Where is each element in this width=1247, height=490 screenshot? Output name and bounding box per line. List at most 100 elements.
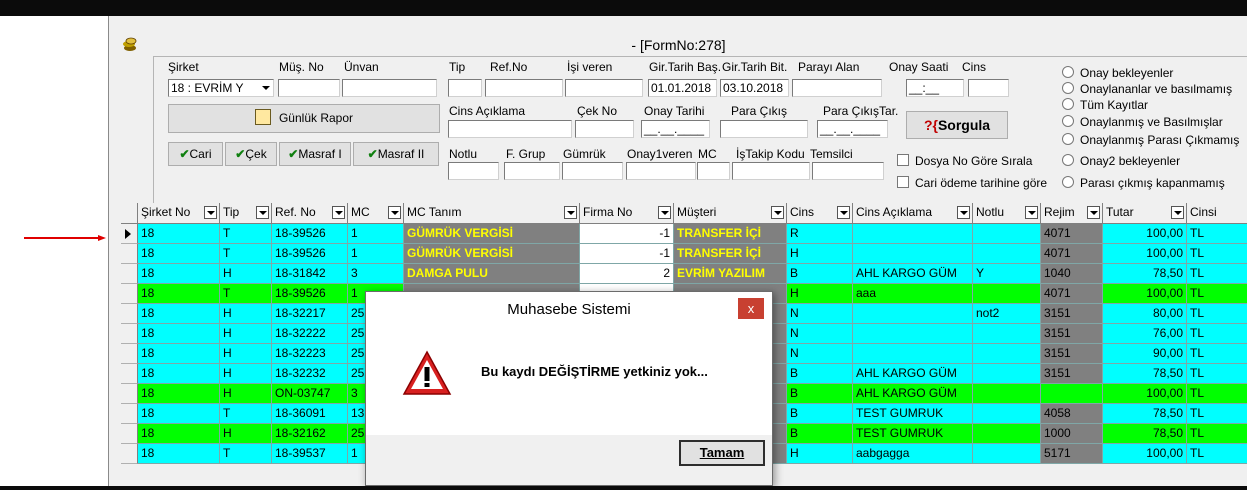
cell-notlu[interactable] — [973, 364, 1041, 384]
cell-ref[interactable]: 18-39526 — [272, 284, 348, 304]
cell-ref[interactable]: 18-31842 — [272, 264, 348, 284]
tamam-button[interactable]: Tamam — [679, 440, 765, 466]
cell-mc[interactable]: 3 — [348, 264, 404, 284]
masraf1-button[interactable]: ✔Masraf I — [279, 142, 351, 166]
col-tip[interactable]: Tip — [220, 203, 272, 223]
cell-mc-tanim[interactable]: GÜMRÜK VERGİSİ — [404, 244, 580, 264]
cell-notlu[interactable] — [973, 384, 1041, 404]
cell-rejim[interactable]: 4071 — [1041, 224, 1103, 244]
cell-cins-aciklama[interactable] — [853, 224, 973, 244]
cell-cinsi[interactable]: TL — [1187, 304, 1247, 324]
cekno-input[interactable] — [575, 120, 634, 138]
cell-cins[interactable]: B — [787, 364, 853, 384]
cell-cinsi[interactable]: TL — [1187, 284, 1247, 304]
cell-cins-aciklama[interactable]: aabgagga — [853, 444, 973, 464]
cell-cins[interactable]: H — [787, 444, 853, 464]
row-selector[interactable] — [121, 264, 138, 284]
cell-tip[interactable]: T — [220, 404, 272, 424]
dropdown-icon[interactable] — [1171, 206, 1184, 219]
cell-rejim[interactable]: 3151 — [1041, 324, 1103, 344]
col-cins[interactable]: Cins — [787, 203, 853, 223]
col-cins-aciklama[interactable]: Cins Açıklama — [853, 203, 973, 223]
unvan-input[interactable] — [342, 79, 437, 97]
cell-sirket[interactable]: 18 — [138, 264, 220, 284]
cell-musteri[interactable]: TRANSFER İÇİ — [674, 244, 787, 264]
cell-cinsi[interactable]: TL — [1187, 224, 1247, 244]
cell-sirket[interactable]: 18 — [138, 244, 220, 264]
cell-tip[interactable]: T — [220, 224, 272, 244]
cell-rejim[interactable]: 4058 — [1041, 404, 1103, 424]
row-selector[interactable] — [121, 424, 138, 444]
cell-cinsi[interactable]: TL — [1187, 404, 1247, 424]
cell-tip[interactable]: H — [220, 384, 272, 404]
cell-cins-aciklama[interactable]: AHL KARGO GÜM — [853, 264, 973, 284]
cell-sirket[interactable]: 18 — [138, 404, 220, 424]
cell-mc-tanim[interactable]: DAMGA PULU — [404, 264, 580, 284]
cell-cinsi[interactable]: TL — [1187, 444, 1247, 464]
cell-firma[interactable]: 2 — [580, 264, 674, 284]
row-selector[interactable] — [121, 384, 138, 404]
cell-cins[interactable]: H — [787, 244, 853, 264]
cell-tip[interactable]: H — [220, 324, 272, 344]
col-rejim[interactable]: Rejim — [1041, 203, 1103, 223]
cell-tutar[interactable]: 100,00 — [1103, 444, 1187, 464]
cell-ref[interactable]: 18-39526 — [272, 224, 348, 244]
col-notlu[interactable]: Notlu — [973, 203, 1041, 223]
cell-rejim[interactable]: 1000 — [1041, 424, 1103, 444]
cell-rejim[interactable]: 3151 — [1041, 304, 1103, 324]
cell-ref[interactable]: 18-39526 — [272, 244, 348, 264]
cell-musteri[interactable]: EVRİM YAZILIM — [674, 264, 787, 284]
cinsaciklama-input[interactable] — [448, 120, 572, 138]
parayialan-input[interactable] — [792, 79, 882, 97]
cell-tip[interactable]: T — [220, 444, 272, 464]
cell-cinsi[interactable]: TL — [1187, 384, 1247, 404]
dropdown-icon[interactable] — [658, 206, 671, 219]
cell-tutar[interactable]: 78,50 — [1103, 264, 1187, 284]
cell-tutar[interactable]: 100,00 — [1103, 384, 1187, 404]
cell-tutar[interactable]: 80,00 — [1103, 304, 1187, 324]
dropdown-icon[interactable] — [388, 206, 401, 219]
cell-rejim[interactable]: 3151 — [1041, 364, 1103, 384]
cell-tip[interactable]: H — [220, 304, 272, 324]
cell-notlu[interactable] — [973, 444, 1041, 464]
paracikis-input[interactable] — [720, 120, 808, 138]
girbit-input[interactable]: 03.10.2018 — [720, 79, 789, 97]
refno-input[interactable] — [485, 79, 563, 97]
isiveren-input[interactable] — [565, 79, 643, 97]
row-selector[interactable] — [121, 224, 138, 244]
cell-notlu[interactable] — [973, 424, 1041, 444]
cell-notlu[interactable] — [973, 324, 1041, 344]
cell-firma[interactable]: -1 — [580, 244, 674, 264]
dropdown-icon[interactable] — [771, 206, 784, 219]
cell-cins-aciklama[interactable] — [853, 244, 973, 264]
dropdown-icon[interactable] — [564, 206, 577, 219]
cell-cinsi[interactable]: TL — [1187, 324, 1247, 344]
cell-cins-aciklama[interactable]: TEST GUMRUK — [853, 404, 973, 424]
cell-tip[interactable]: H — [220, 424, 272, 444]
cell-ref[interactable]: 18-32232 — [272, 364, 348, 384]
cell-notlu[interactable] — [973, 344, 1041, 364]
cell-musteri[interactable]: TRANSFER İÇİ — [674, 224, 787, 244]
radio-onay-bekleyenler[interactable]: Onay bekleyenler — [1062, 66, 1173, 80]
radio-parasi-cikmamis[interactable]: Onaylanmış Parası Çıkmamış — [1062, 133, 1239, 147]
cell-cins[interactable]: B — [787, 384, 853, 404]
radio-tum-kayitlar[interactable]: Tüm Kayıtlar — [1062, 98, 1148, 112]
row-selector[interactable] — [121, 344, 138, 364]
sorgula-button[interactable]: ?{Sorgula — [906, 111, 1008, 139]
cell-rejim[interactable]: 5171 — [1041, 444, 1103, 464]
cell-cins-aciklama[interactable]: AHL KARGO GÜM — [853, 384, 973, 404]
cell-tutar[interactable]: 78,50 — [1103, 364, 1187, 384]
temsilci-input[interactable] — [812, 162, 884, 180]
cell-cinsi[interactable]: TL — [1187, 424, 1247, 444]
cek-button[interactable]: ✔Çek — [225, 142, 277, 166]
cell-cins[interactable]: N — [787, 344, 853, 364]
musno-input[interactable] — [278, 79, 340, 97]
col-ref-no[interactable]: Ref. No — [272, 203, 348, 223]
gunluk-rapor-button[interactable]: Günlük Rapor — [168, 104, 440, 133]
table-row[interactable]: 18 T 18-39526 1 GÜMRÜK VERGİSİ -1 TRANSFER İÇİ… — [121, 244, 1247, 264]
cell-sirket[interactable]: 18 — [138, 444, 220, 464]
cell-sirket[interactable]: 18 — [138, 284, 220, 304]
cell-cins-aciklama[interactable] — [853, 344, 973, 364]
row-selector[interactable] — [121, 444, 138, 464]
cell-sirket[interactable]: 18 — [138, 344, 220, 364]
